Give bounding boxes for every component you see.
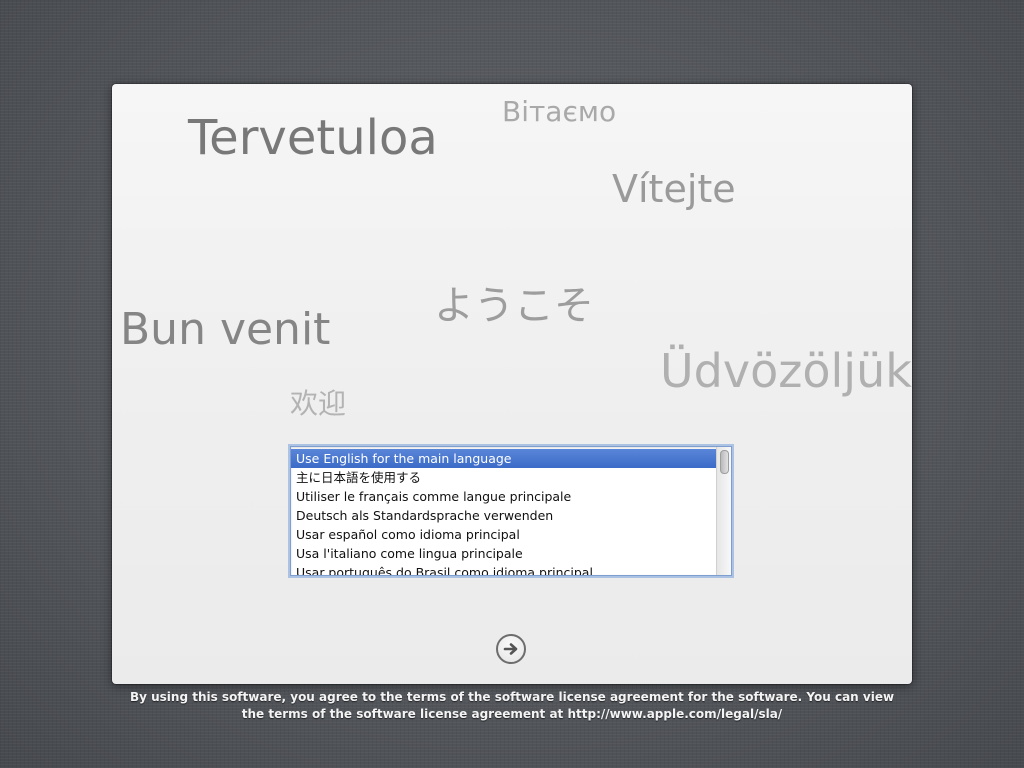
welcome-word-japanese: ようこそ [434,283,594,329]
language-list-scrollbar[interactable] [716,447,731,575]
welcome-word-ukrainian: Вітаємо [502,95,617,128]
arrow-right-circle-icon [503,643,518,655]
language-option-spanish[interactable]: Usar español como idioma principal [291,525,717,544]
license-line-1: By using this software, you agree to the… [129,690,895,704]
welcome-panel: Tervetuloa Вітаємо Vítejte ようこそ Bun veni… [112,84,912,684]
language-option-japanese[interactable]: 主に日本語を使用する [291,468,717,487]
language-option-portuguese-brazil[interactable]: Usar português do Brasil como idioma pri… [291,563,717,575]
welcome-word-chinese: 欢迎 [290,387,347,420]
language-option-english[interactable]: Use English for the main language [291,449,717,468]
language-list[interactable]: Use English for the main language 主に日本語を… [290,446,732,576]
language-option-italian[interactable]: Usa l'italiano come lingua principale [291,544,717,563]
license-notice: By using this software, you agree to the… [112,689,912,723]
welcome-word-hungarian: Üdvözöljük [660,344,912,398]
language-option-french[interactable]: Utiliser le français comme langue princi… [291,487,717,506]
language-option-german[interactable]: Deutsch als Standardsprache verwenden [291,506,717,525]
welcome-word-czech: Vítejte [612,167,736,211]
language-list-items: Use English for the main language 主に日本語を… [291,449,717,575]
welcome-word-romanian: Bun venit [120,304,331,355]
license-line-2: the terms of the software license agreem… [241,707,783,721]
scrollbar-thumb[interactable] [720,450,729,474]
continue-button[interactable] [496,634,526,664]
welcome-word-finnish: Tervetuloa [188,110,438,166]
